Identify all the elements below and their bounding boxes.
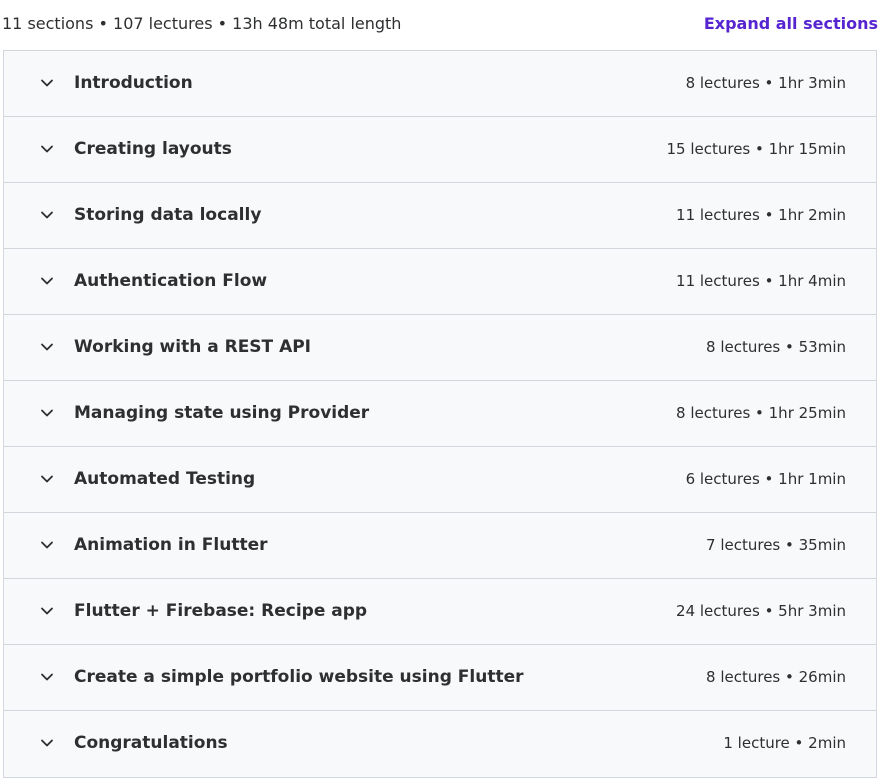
section-title: Introduction	[74, 73, 193, 93]
section-row-managing-state-provider[interactable]: Managing state using Provider 8 lectures…	[4, 381, 876, 447]
section-meta: 8 lectures • 1hr 25min	[676, 404, 846, 422]
section-row-automated-testing[interactable]: Automated Testing 6 lectures • 1hr 1min	[4, 447, 876, 513]
section-title: Automated Testing	[74, 469, 256, 489]
section-row-storing-data-locally[interactable]: Storing data locally 11 lectures • 1hr 2…	[4, 183, 876, 249]
section-row-flutter-firebase-recipe-app[interactable]: Flutter + Firebase: Recipe app 24 lectur…	[4, 579, 876, 645]
section-meta: 1 lecture • 2min	[723, 734, 846, 752]
section-row-authentication-flow[interactable]: Authentication Flow 11 lectures • 1hr 4m…	[4, 249, 876, 315]
section-title: Storing data locally	[74, 205, 262, 225]
chevron-down-icon	[39, 471, 55, 487]
section-meta: 7 lectures • 35min	[706, 536, 846, 554]
section-row-working-with-rest-api[interactable]: Working with a REST API 8 lectures • 53m…	[4, 315, 876, 381]
curriculum-section-list: Introduction 8 lectures • 1hr 3min Creat…	[3, 50, 877, 778]
section-row-animation-in-flutter[interactable]: Animation in Flutter 7 lectures • 35min	[4, 513, 876, 579]
chevron-down-icon	[39, 75, 55, 91]
section-title: Creating layouts	[74, 139, 232, 159]
section-meta: 15 lectures • 1hr 15min	[666, 140, 846, 158]
chevron-down-icon	[39, 537, 55, 553]
section-row-creating-layouts[interactable]: Creating layouts 15 lectures • 1hr 15min	[4, 117, 876, 183]
section-meta: 24 lectures • 5hr 3min	[676, 602, 846, 620]
section-title: Congratulations	[74, 733, 228, 753]
chevron-down-icon	[39, 141, 55, 157]
section-meta: 6 lectures • 1hr 1min	[685, 470, 846, 488]
section-meta: 8 lectures • 53min	[706, 338, 846, 356]
section-meta: 11 lectures • 1hr 2min	[676, 206, 846, 224]
section-title: Managing state using Provider	[74, 403, 370, 423]
section-title: Animation in Flutter	[74, 535, 268, 555]
chevron-down-icon	[39, 735, 55, 751]
chevron-down-icon	[39, 603, 55, 619]
curriculum-summary: 11 sections • 107 lectures • 13h 48m tot…	[2, 14, 402, 33]
curriculum-summary-bar: 11 sections • 107 lectures • 13h 48m tot…	[0, 0, 881, 50]
section-title: Working with a REST API	[74, 337, 312, 357]
chevron-down-icon	[39, 405, 55, 421]
section-meta: 11 lectures • 1hr 4min	[676, 272, 846, 290]
chevron-down-icon	[39, 207, 55, 223]
section-title: Create a simple portfolio website using …	[74, 667, 524, 687]
section-meta: 8 lectures • 26min	[706, 668, 846, 686]
section-title: Flutter + Firebase: Recipe app	[74, 601, 368, 621]
section-row-portfolio-website[interactable]: Create a simple portfolio website using …	[4, 645, 876, 711]
chevron-down-icon	[39, 339, 55, 355]
section-row-congratulations[interactable]: Congratulations 1 lecture • 2min	[4, 711, 876, 777]
section-row-introduction[interactable]: Introduction 8 lectures • 1hr 3min	[4, 51, 876, 117]
section-meta: 8 lectures • 1hr 3min	[685, 74, 846, 92]
expand-all-sections-button[interactable]: Expand all sections	[704, 14, 878, 33]
chevron-down-icon	[39, 669, 55, 685]
chevron-down-icon	[39, 273, 55, 289]
section-title: Authentication Flow	[74, 271, 268, 291]
